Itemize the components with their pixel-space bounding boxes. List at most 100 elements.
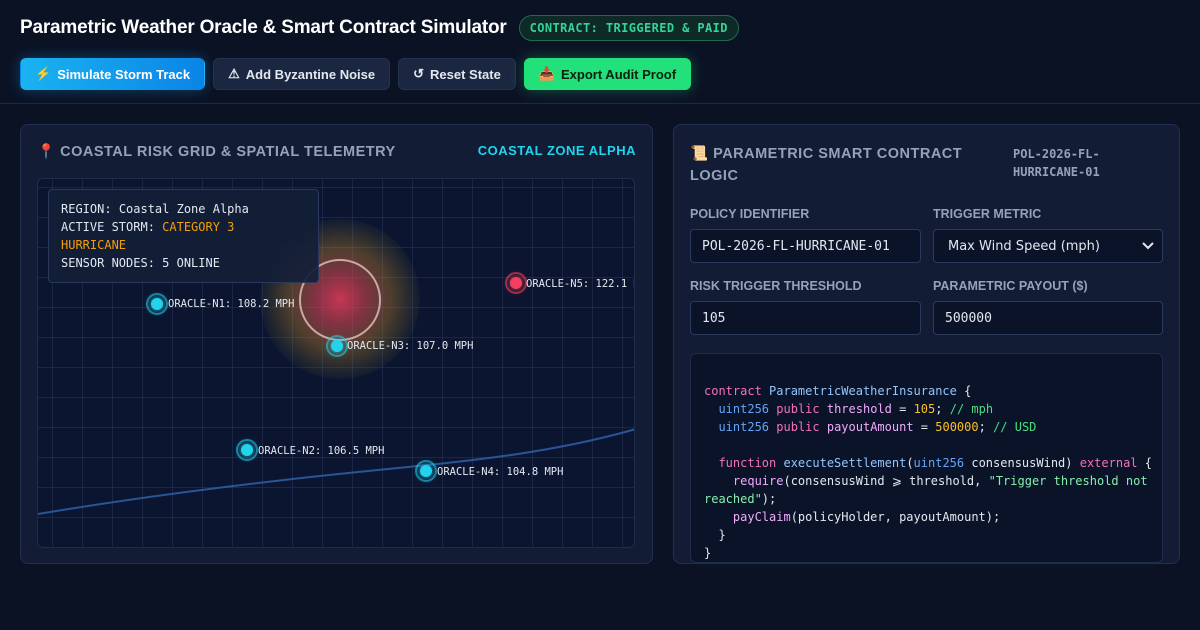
code-token: = xyxy=(891,402,914,416)
code-token: uint256 xyxy=(913,456,965,470)
code-token: external xyxy=(1079,456,1138,470)
code-token: 105 xyxy=(913,402,936,416)
map-panel: 📍 COASTAL RISK GRID & SPATIAL TELEMETRY … xyxy=(20,124,653,564)
map-panel-title: 📍 COASTAL RISK GRID & SPATIAL TELEMETRY xyxy=(37,143,396,160)
storm-line: ACTIVE STORM: CATEGORY 3 HURRICANE xyxy=(61,218,306,254)
metric-select[interactable]: Max Wind Speed (mph) xyxy=(933,229,1163,263)
app-root: Parametric Weather Oracle & Smart Contra… xyxy=(0,0,1200,630)
code-token: } xyxy=(704,546,712,560)
code-token: function xyxy=(718,456,777,470)
contract-panel-title-text: PARAMETRIC SMART CONTRACT LOGIC xyxy=(690,146,963,184)
nodes-label: SENSOR NODES: xyxy=(61,256,155,270)
code-token: require xyxy=(732,474,784,488)
code-token: payClaim xyxy=(732,510,791,524)
toolbar: ⚡ Simulate Storm Track ⚠ Add Byzantine N… xyxy=(20,58,1180,90)
oracle-node-n3-label: ORACLE-N3: 107.0 MPH xyxy=(347,340,474,352)
chevron-down-icon xyxy=(1142,242,1154,250)
code-token: 500000 xyxy=(935,420,979,434)
code-token: executeSettlement xyxy=(783,456,907,470)
metric-field: TRIGGER METRIC Max Wind Speed (mph) xyxy=(933,207,1163,263)
metric-select-value: Max Wind Speed (mph) xyxy=(948,238,1100,254)
code-token: (consensusWind ⩾ threshold, xyxy=(783,474,989,488)
policy-label: POLICY IDENTIFIER xyxy=(690,207,810,221)
app-title: Parametric Weather Oracle & Smart Contra… xyxy=(20,17,507,38)
map-panel-header: 📍 COASTAL RISK GRID & SPATIAL TELEMETRY … xyxy=(37,143,636,160)
node-dot xyxy=(510,277,522,289)
contract-panel: 📜 PARAMETRIC SMART CONTRACT LOGIC POL-20… xyxy=(673,124,1180,564)
simulate-storm-button[interactable]: ⚡ Simulate Storm Track xyxy=(20,58,206,90)
code-token: = xyxy=(913,420,936,434)
storm-label: ACTIVE STORM: xyxy=(61,220,155,234)
node-dot xyxy=(151,298,163,310)
oracle-node-n3[interactable] xyxy=(326,335,348,357)
download-icon: 📥 xyxy=(538,66,555,81)
code-token: { xyxy=(956,384,972,398)
region-label: REGION: xyxy=(61,202,112,216)
code-token: consensusWind xyxy=(971,456,1066,470)
header: Parametric Weather Oracle & Smart Contra… xyxy=(0,0,1200,104)
code-token: uint256 xyxy=(718,420,770,434)
warning-icon: ⚠ xyxy=(228,66,240,81)
code-token: payoutAmount xyxy=(826,420,914,434)
title-row: Parametric Weather Oracle & Smart Contra… xyxy=(20,14,1180,42)
simulate-storm-label: Simulate Storm Track xyxy=(57,66,191,82)
oracle-node-n2[interactable] xyxy=(236,439,258,461)
contract-panel-header: 📜 PARAMETRIC SMART CONTRACT LOGIC POL-20… xyxy=(690,143,1163,187)
oracle-node-n2-label: ORACLE-N2: 106.5 MPH xyxy=(258,445,385,457)
payout-input[interactable]: 500000 xyxy=(933,301,1163,335)
reset-icon: ↺ xyxy=(413,66,424,81)
code-token: ParametricWeatherInsurance xyxy=(769,384,957,398)
reset-state-button[interactable]: ↺ Reset State xyxy=(398,58,516,90)
code-token: ); xyxy=(761,492,777,506)
nodes-value: 5 ONLINE xyxy=(162,256,220,270)
add-noise-label: Add Byzantine Noise xyxy=(245,66,376,82)
code-token: threshold xyxy=(826,402,892,416)
payout-label: PARAMETRIC PAYOUT ($) xyxy=(933,279,1088,293)
export-proof-label: Export Audit Proof xyxy=(561,66,677,82)
map-panel-title-text: COASTAL RISK GRID & SPATIAL TELEMETRY xyxy=(60,144,396,160)
oracle-node-n4-label: ORACLE-N4: 104.8 MPH xyxy=(437,466,564,478)
oracle-node-n1[interactable] xyxy=(146,293,168,315)
code-token: public xyxy=(776,402,820,416)
panels: 📍 COASTAL RISK GRID & SPATIAL TELEMETRY … xyxy=(20,124,1180,564)
contract-code-viewer[interactable]: contract ParametricWeatherInsurance { ui… xyxy=(690,353,1163,563)
zone-tag: COASTAL ZONE ALPHA xyxy=(477,143,636,158)
oracle-node-n1-label: ORACLE-N1: 108.2 MPH xyxy=(168,298,295,310)
code-token: // USD xyxy=(993,420,1037,434)
region-line: REGION: Coastal Zone Alpha xyxy=(61,200,306,218)
code-line: contract ParametricWeatherInsurance { xyxy=(704,382,1149,400)
code-token: } xyxy=(718,528,726,542)
oracle-node-n5[interactable] xyxy=(505,272,527,294)
code-line: function executeSettlement(uint256 conse… xyxy=(718,456,1152,470)
node-dot xyxy=(241,444,253,456)
contract-status-badge: CONTRACT: TRIGGERED & PAID xyxy=(518,15,739,41)
map-pin-icon: 📍 xyxy=(37,144,56,160)
code-line: require(consensusWind ⩾ threshold, "Trig… xyxy=(704,472,1149,508)
code-line: uint256 public threshold = 105; // mph xyxy=(718,402,994,416)
code-line: uint256 public payoutAmount = 500000; //… xyxy=(718,420,1037,434)
export-proof-button[interactable]: 📥 Export Audit Proof xyxy=(523,58,692,90)
code-line: } xyxy=(704,526,1149,544)
policy-input[interactable]: POL-2026-FL-HURRICANE-01 xyxy=(690,229,921,263)
oracle-node-n4[interactable] xyxy=(415,460,437,482)
node-dot xyxy=(420,465,432,477)
contract-panel-title: 📜 PARAMETRIC SMART CONTRACT LOGIC xyxy=(690,143,980,187)
scroll-icon: 📜 xyxy=(690,146,709,162)
risk-grid-map[interactable]: REGION: Coastal Zone Alpha ACTIVE STORM:… xyxy=(37,178,635,548)
add-noise-button[interactable]: ⚠ Add Byzantine Noise xyxy=(213,58,391,90)
metric-label: TRIGGER METRIC xyxy=(933,207,1042,221)
oracle-node-n5-label: ORACLE-N5: 122.1 MPH xyxy=(526,278,634,290)
policy-code: POL-2026-FL-HURRICANE-01 xyxy=(1013,147,1100,179)
lightning-icon: ⚡ xyxy=(35,66,52,81)
code-token: contract xyxy=(704,384,762,398)
threshold-field: RISK TRIGGER THRESHOLD 105 xyxy=(690,279,921,335)
nodes-line: SENSOR NODES: 5 ONLINE xyxy=(61,254,306,272)
code-line: } xyxy=(704,544,1149,562)
code-line: payClaim(policyHolder, payoutAmount); xyxy=(704,508,1149,526)
code-token: uint256 xyxy=(718,402,770,416)
code-token: // mph xyxy=(949,402,994,416)
policy-field: POLICY IDENTIFIER POL-2026-FL-HURRICANE-… xyxy=(690,207,921,263)
code-token: (policyHolder, payoutAmount); xyxy=(790,510,1001,524)
threshold-input[interactable]: 105 xyxy=(690,301,921,335)
